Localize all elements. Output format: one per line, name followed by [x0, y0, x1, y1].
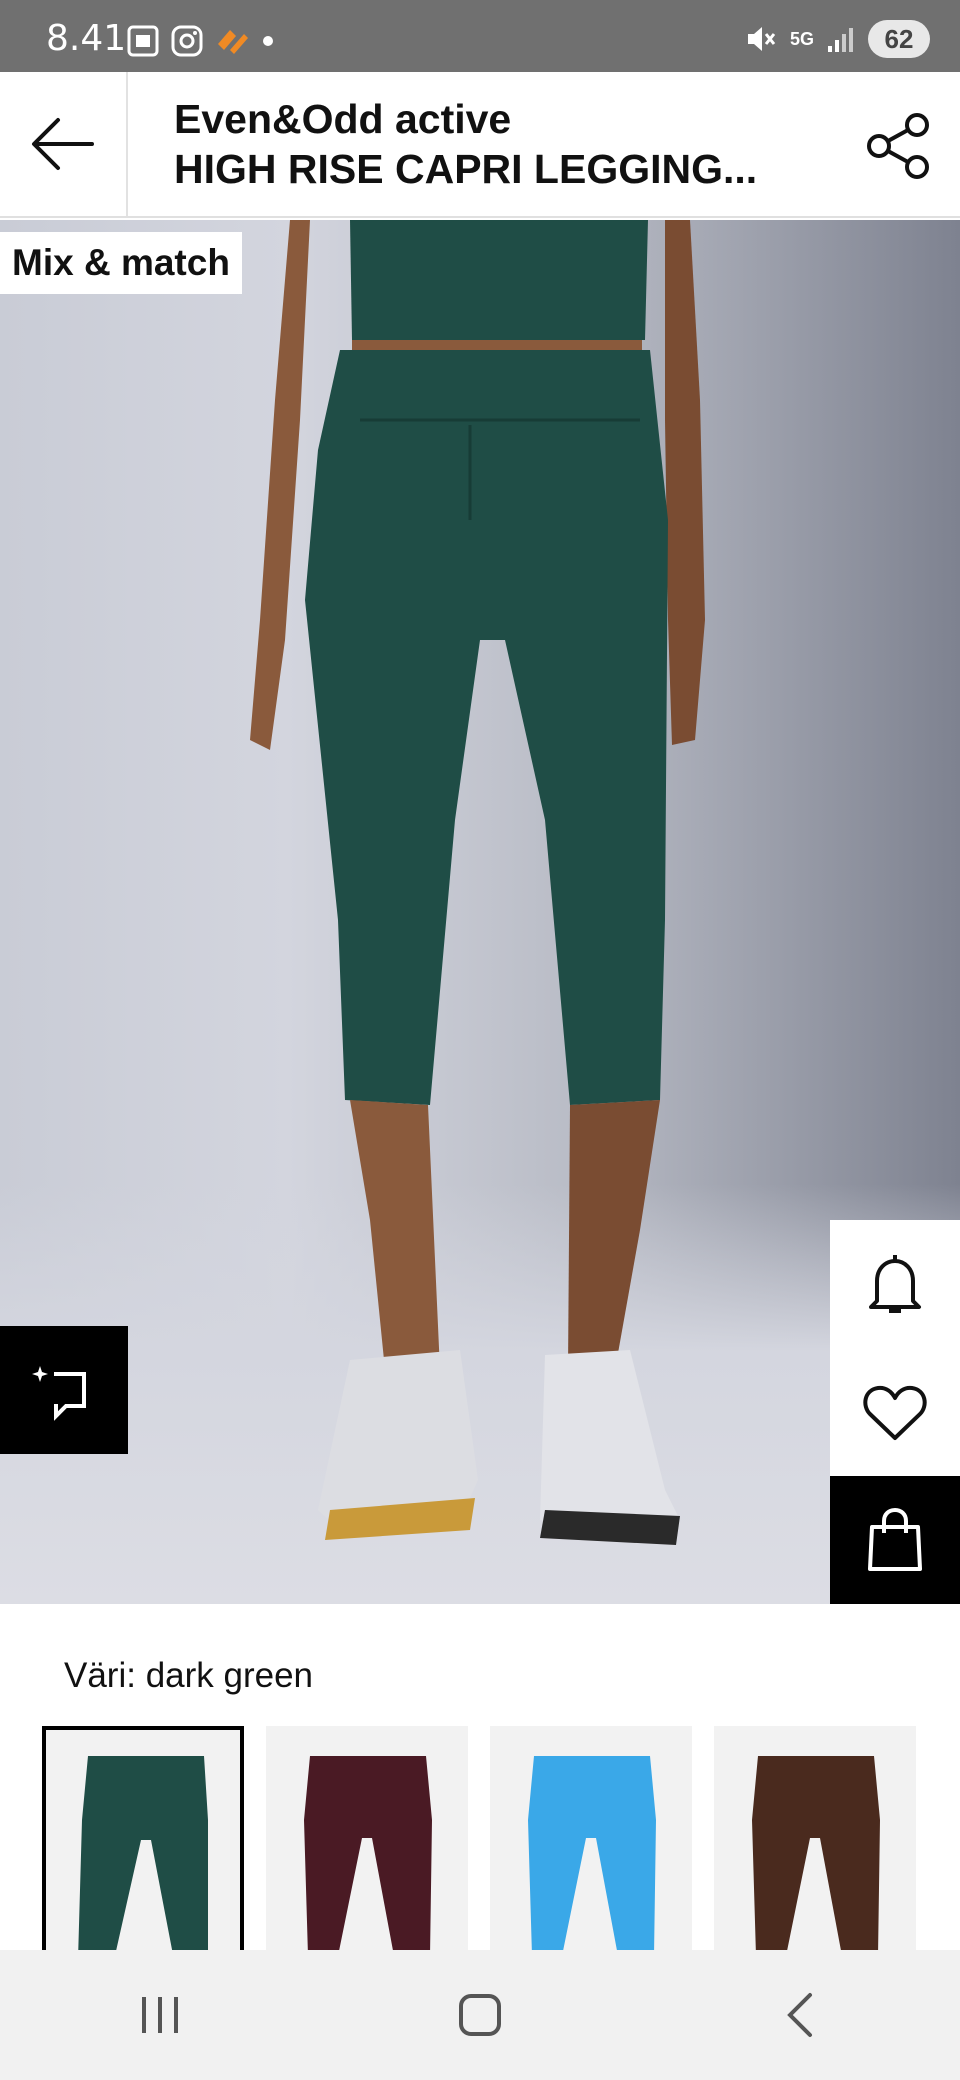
product-photo — [250, 220, 705, 1545]
battery-indicator: 62 — [868, 20, 930, 58]
mix-match-button[interactable] — [0, 1326, 128, 1454]
instagram-icon — [171, 25, 203, 57]
chevron-left-icon — [787, 1993, 812, 2037]
add-to-bag-button[interactable] — [830, 1476, 960, 1604]
system-navigation-bar — [0, 1950, 960, 2080]
status-time: 8.41 — [46, 18, 127, 59]
back-button[interactable] — [0, 72, 128, 216]
favorite-button[interactable] — [830, 1348, 960, 1476]
network-type: 5G — [789, 29, 814, 49]
signal-icon — [828, 28, 853, 52]
swatch-image — [752, 1756, 880, 1956]
share-button[interactable] — [860, 108, 936, 184]
app-notification-icon — [218, 30, 248, 54]
share-icon — [867, 113, 929, 179]
dot-icon — [263, 36, 273, 46]
color-swatch-burgundy[interactable] — [266, 1726, 468, 1956]
side-action-panel — [830, 1220, 960, 1476]
mix-match-badge[interactable]: Mix & match — [0, 232, 242, 294]
product-name: HIGH RISE CAPRI LEGGING... — [174, 146, 758, 192]
product-header: Even&Odd active HIGH RISE CAPRI LEGGING.… — [0, 72, 960, 218]
page-title: Even&Odd active HIGH RISE CAPRI LEGGING.… — [174, 94, 814, 194]
recent-apps-button[interactable] — [100, 1975, 220, 2055]
system-icons: 5G 62 — [744, 20, 930, 58]
color-swatch-brown[interactable] — [714, 1726, 916, 1956]
back-nav-button[interactable] — [740, 1975, 860, 2055]
home-button[interactable] — [420, 1975, 540, 2055]
brand-name: Even&Odd active — [174, 96, 512, 142]
bell-icon — [869, 1255, 921, 1313]
product-image-carousel[interactable]: Mix & match — [0, 220, 960, 1604]
heart-icon — [863, 1385, 927, 1440]
notify-button[interactable] — [830, 1220, 960, 1348]
swatch-image — [528, 1756, 656, 1956]
shopping-bag-icon — [868, 1507, 922, 1571]
home-icon — [459, 1994, 501, 2036]
color-swatch-blue[interactable] — [490, 1726, 692, 1956]
notification-icons — [126, 24, 276, 58]
color-swatch-list — [42, 1726, 916, 1956]
screenshot-icon — [127, 25, 159, 57]
mute-icon — [747, 27, 776, 51]
recent-apps-icon — [142, 1997, 178, 2033]
arrow-left-icon — [32, 118, 94, 170]
sparkle-crop-icon — [32, 1366, 86, 1421]
color-label: Väri: dark green — [64, 1656, 314, 1695]
color-swatch-dark-green[interactable] — [42, 1726, 244, 1956]
status-bar: 8.41 5G 62 — [0, 0, 960, 72]
swatch-image — [78, 1756, 208, 1952]
swatch-image — [304, 1756, 432, 1956]
